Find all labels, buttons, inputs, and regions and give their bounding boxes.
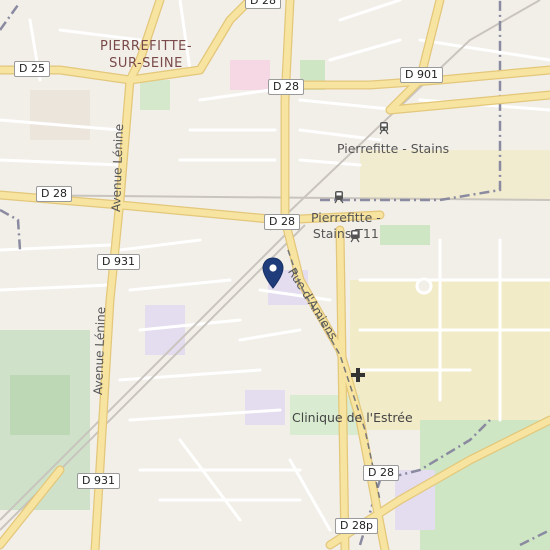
map-view[interactable]: PIERREFITTE- SUR-SEINE D 25 D 28 D 28 D … bbox=[0, 0, 550, 550]
train-station-icon[interactable] bbox=[348, 228, 362, 247]
station-label-t11-line2: Stains T11 bbox=[312, 226, 379, 241]
road-shield-d931-north: D 931 bbox=[97, 254, 140, 270]
city-label: PIERREFITTE- SUR-SEINE bbox=[100, 38, 192, 72]
city-label-line2: SUR-SEINE bbox=[109, 56, 183, 71]
city-label-line1: PIERREFITTE- bbox=[100, 39, 193, 54]
road-shield-d931-south: D 931 bbox=[77, 473, 120, 489]
road-shield-d25: D 25 bbox=[14, 61, 50, 77]
station-label-pierrefitte-stains[interactable]: Pierrefitte - Stains bbox=[337, 141, 449, 157]
road-shield-d28-north: D 28 bbox=[268, 79, 304, 95]
hospital-cross-icon[interactable] bbox=[351, 367, 365, 386]
train-station-icon[interactable] bbox=[377, 120, 391, 139]
road-shield-d28p: D 28p bbox=[335, 518, 378, 534]
station-label-pierrefitte-stains-t11[interactable]: Pierrefitte - Stains T11 bbox=[311, 210, 381, 242]
road-shield-d28-west: D 28 bbox=[36, 186, 72, 202]
tram-station-icon[interactable] bbox=[333, 189, 345, 208]
rail-yard-area bbox=[360, 150, 550, 200]
road-shield-d28-top: D 28 bbox=[245, 0, 281, 9]
industrial-area bbox=[350, 280, 550, 430]
map-pin-icon[interactable] bbox=[262, 257, 284, 293]
road-shield-d901: D 901 bbox=[400, 67, 443, 83]
station-label-t11-line1: Pierrefitte - bbox=[311, 210, 381, 225]
park-area bbox=[420, 420, 550, 550]
poi-label-clinique[interactable]: Clinique de l'Estrée bbox=[292, 410, 413, 425]
road-shield-d28-south: D 28 bbox=[363, 465, 399, 481]
road-shield-d28-center: D 28 bbox=[264, 214, 300, 230]
